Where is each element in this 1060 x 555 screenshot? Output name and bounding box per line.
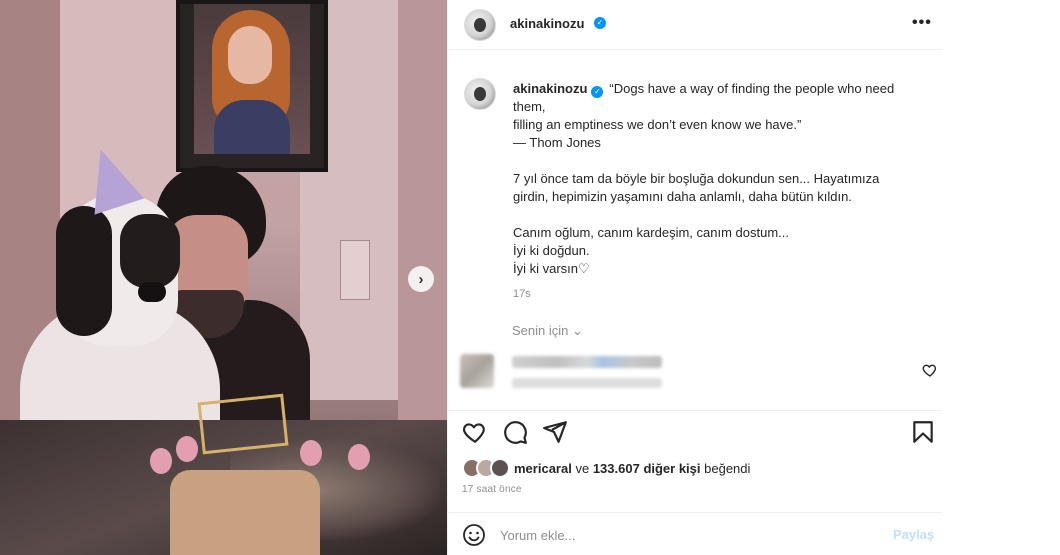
caption-author-avatar[interactable] <box>464 78 496 110</box>
caption-line-0: akinakinozu ✓ “Dogs have a way of finding … <box>513 80 923 98</box>
likes-text[interactable]: mericaral ve 133.607 diğer kişi beğendi <box>514 461 750 476</box>
photo-cake-topper <box>197 393 289 455</box>
for-you-label: Senin için <box>512 323 569 338</box>
photo-balloon <box>300 440 322 466</box>
liker-avatar[interactable] <box>490 458 510 478</box>
photo-balloon <box>176 436 198 462</box>
for-you-toggle[interactable]: Senin için ⌄ <box>512 323 583 339</box>
post-caption: akinakinozu ✓ “Dogs have a way of finding … <box>513 80 923 278</box>
photo-balloon <box>150 448 172 474</box>
more-options-icon[interactable]: ••• <box>912 14 932 32</box>
caption-gap <box>513 152 923 170</box>
post-timestamp[interactable]: 17 saat önce <box>462 484 522 495</box>
comment-bubble-icon[interactable] <box>502 419 528 445</box>
blurred-comment-text <box>512 356 662 368</box>
post-header: akinakinozu ✓ ••• <box>448 0 943 50</box>
comment-row <box>460 352 940 396</box>
caption-line: them, <box>513 99 546 114</box>
painting-face <box>228 26 272 84</box>
painting-body <box>214 100 290 154</box>
blurred-commenter-avatar[interactable] <box>460 354 494 388</box>
chevron-right-icon: › <box>418 270 424 288</box>
post-photo[interactable]: › <box>0 0 447 555</box>
instagram-post: › akinakinozu ✓ ••• akinakinozu ✓ “Dogs ha… <box>0 0 1060 555</box>
likes-count[interactable]: 133.607 <box>593 461 640 476</box>
caption-line: İyi ki doğdun. <box>513 243 590 258</box>
post-actions <box>448 410 943 452</box>
page-background <box>942 0 1060 555</box>
photo-balloon <box>348 444 370 470</box>
caption-line: filling an emptiness we don’t even know … <box>513 117 802 132</box>
bookmark-icon[interactable] <box>910 419 936 445</box>
caption-line: Canım oğlum, canım kardeşim, canım dostu… <box>513 225 789 240</box>
author-username[interactable]: akinakinozu <box>510 16 584 31</box>
heart-icon[interactable] <box>462 419 488 445</box>
comment-like-heart-icon[interactable] <box>922 362 938 378</box>
smiley-icon[interactable] <box>462 523 486 547</box>
chevron-down-icon: ⌄ <box>572 323 583 338</box>
photo-dog-patch <box>120 214 180 288</box>
caption-text: “Dogs have a way of finding the people w… <box>609 81 895 96</box>
post-comment-button[interactable]: Paylaş <box>893 527 934 542</box>
caption-line: girdin, hepimizin yaşamını daha anlamlı,… <box>513 189 852 204</box>
photo-cake <box>170 470 320 555</box>
caption-gap <box>513 206 923 224</box>
photo-dog-ear <box>56 206 112 336</box>
post-side-panel: akinakinozu ✓ ••• akinakinozu ✓ “Dogs have… <box>447 0 943 555</box>
caption-line: İyi ki varsın♡ <box>513 261 590 276</box>
likes-connector: ve <box>575 461 590 476</box>
carousel-next-button[interactable]: › <box>408 266 434 292</box>
verified-badge-icon: ✓ <box>594 17 606 29</box>
comment-input[interactable] <box>500 525 860 545</box>
caption-line: — Thom Jones <box>513 135 601 150</box>
blurred-comment-meta <box>512 378 662 388</box>
photo-painting <box>194 4 310 154</box>
author-avatar[interactable] <box>464 9 496 41</box>
caption-username[interactable]: akinakinozu <box>513 81 587 96</box>
caption-age[interactable]: 17s <box>513 288 531 300</box>
photo-light-switch <box>340 240 370 300</box>
photo-dog-nose <box>138 282 166 302</box>
photo-painting-frame <box>176 0 328 172</box>
liker-username[interactable]: mericaral <box>514 461 572 476</box>
likes-others-label[interactable]: diğer kişi <box>643 461 700 476</box>
likes-suffix: beğendi <box>704 461 751 476</box>
verified-badge-icon: ✓ <box>591 86 604 98</box>
paper-plane-icon[interactable] <box>542 419 568 445</box>
caption-line: 7 yıl önce tam da böyle bir boşluğa doku… <box>513 171 880 186</box>
add-comment-bar: Paylaş <box>448 512 943 555</box>
